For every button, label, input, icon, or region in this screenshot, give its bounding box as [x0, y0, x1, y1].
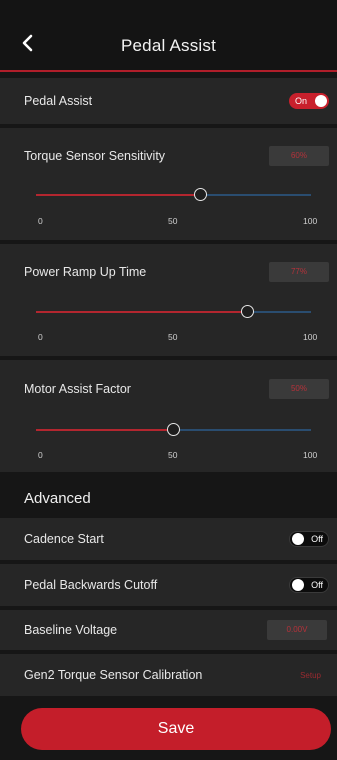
power-ramp-panel: Power Ramp Up Time 77% 0 50 100 [0, 244, 337, 356]
slider-remaining [247, 311, 311, 313]
calibration-label: Gen2 Torque Sensor Calibration [24, 668, 203, 682]
slider-label: Torque Sensor Sensitivity [24, 149, 166, 163]
pedal-backwards-cutoff-label: Pedal Backwards Cutoff [24, 578, 158, 592]
slider-value-field[interactable]: 77% [269, 262, 329, 282]
slider-fill [36, 429, 174, 431]
header-bar: Pedal Assist [0, 0, 337, 72]
motor-assist-panel: Motor Assist Factor 50% 0 50 100 [0, 360, 337, 472]
tick-min: 0 [38, 450, 43, 460]
slider-thumb[interactable] [240, 305, 254, 318]
pedal-backwards-cutoff-toggle[interactable]: Off [289, 577, 329, 593]
save-button[interactable]: Save [21, 708, 331, 750]
slider-remaining [173, 429, 311, 431]
setup-link[interactable]: Setup [300, 671, 321, 680]
tick-mid: 50 [168, 450, 178, 460]
cadence-start-label: Cadence Start [24, 532, 104, 546]
slider-value-field[interactable]: 60% [269, 146, 329, 166]
tick-min: 0 [38, 216, 43, 226]
baseline-voltage-label: Baseline Voltage [24, 623, 118, 637]
slider-fill [36, 311, 248, 313]
slider-track[interactable] [36, 423, 311, 436]
calibration-row: Gen2 Torque Sensor Calibration Setup [0, 654, 337, 696]
pedal-assist-row: Pedal Assist On [0, 78, 337, 124]
toggle-state-label: Off [311, 580, 323, 590]
tick-max: 100 [303, 216, 318, 226]
tick-mid: 50 [168, 332, 178, 342]
toggle-knob [292, 579, 304, 591]
slider-thumb[interactable] [194, 188, 207, 201]
pedal-assist-toggle[interactable]: On [289, 93, 329, 109]
tick-max: 100 [303, 450, 318, 460]
slider-fill [36, 194, 201, 196]
tick-min: 0 [38, 332, 43, 342]
toggle-knob [292, 533, 304, 545]
tick-max: 100 [303, 332, 318, 342]
pedal-backwards-cutoff-row: Pedal Backwards Cutoff Off [0, 564, 337, 606]
tick-mid: 50 [168, 216, 178, 226]
advanced-section-title: Advanced [24, 490, 91, 507]
cadence-start-toggle[interactable]: Off [289, 531, 329, 547]
pedal-assist-label: Pedal Assist [24, 94, 93, 108]
slider-label: Power Ramp Up Time [24, 265, 147, 279]
slider-thumb[interactable] [166, 423, 180, 436]
slider-track[interactable] [36, 188, 311, 201]
slider-value-field[interactable]: 50% [269, 379, 329, 399]
toggle-state-label: On [295, 96, 308, 106]
toggle-state-label: Off [311, 534, 323, 544]
baseline-voltage-row: Baseline Voltage 0.00V [0, 610, 337, 650]
torque-sensitivity-panel: Torque Sensor Sensitivity 60% 0 50 100 [0, 128, 337, 240]
toggle-knob [315, 95, 327, 107]
slider-track[interactable] [36, 305, 311, 318]
slider-label: Motor Assist Factor [24, 382, 131, 396]
baseline-voltage-value[interactable]: 0.00V [267, 620, 327, 640]
page-title: Pedal Assist [120, 36, 216, 55]
slider-remaining [201, 194, 311, 196]
cadence-start-row: Cadence Start Off [0, 518, 337, 560]
